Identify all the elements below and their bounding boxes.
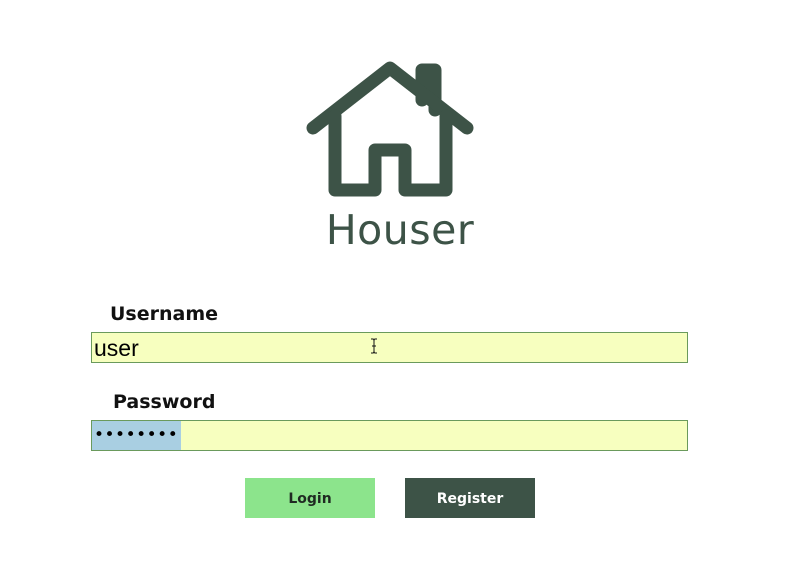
app-title: Houser <box>325 206 475 254</box>
username-value: user <box>94 335 139 361</box>
username-label: Username <box>110 303 219 325</box>
login-page: Houser Username user Password •••••••• L… <box>0 0 800 578</box>
password-input[interactable]: •••••••• <box>91 420 688 451</box>
login-button[interactable]: Login <box>245 478 375 518</box>
password-masked-value: •••••••• <box>92 421 182 450</box>
text-cursor-icon <box>371 338 377 354</box>
password-label: Password <box>113 391 216 413</box>
username-input[interactable]: user <box>91 332 688 363</box>
register-button[interactable]: Register <box>405 478 535 518</box>
house-icon <box>306 61 474 197</box>
